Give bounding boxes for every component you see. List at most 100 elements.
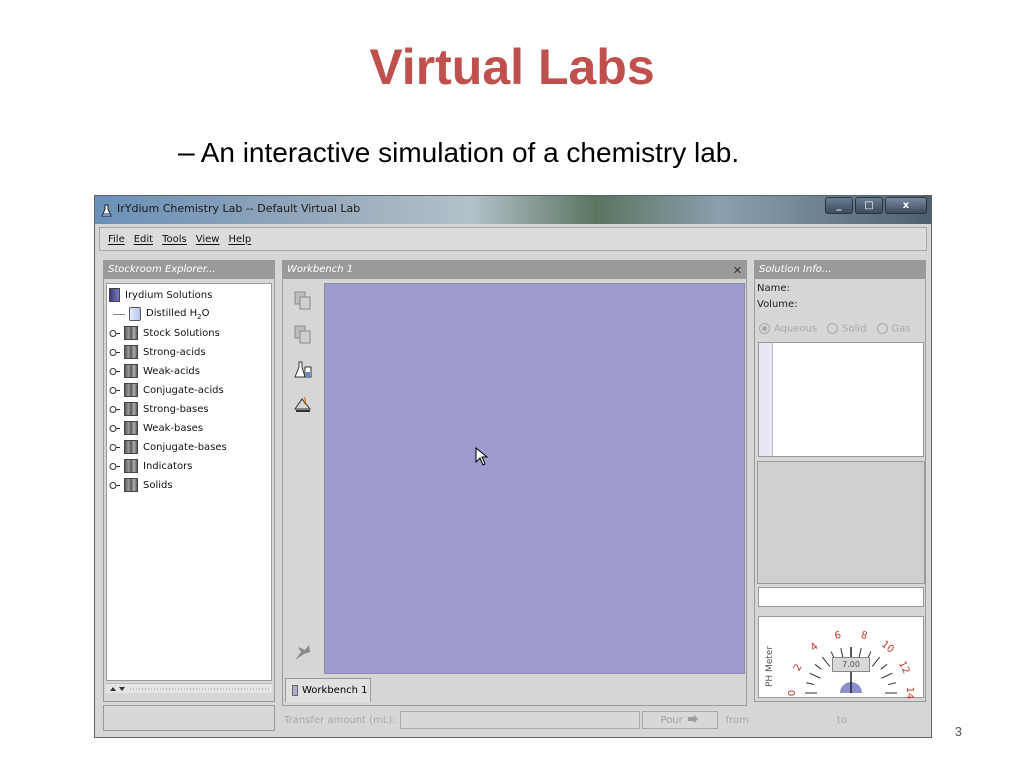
shelf-icon — [124, 440, 138, 454]
tree-item[interactable]: Weak-acids — [109, 362, 200, 380]
title-bar[interactable]: IrYdium Chemistry Lab -- Default Virtual… — [95, 196, 931, 224]
stockroom-header: Stockroom Explorer... — [104, 261, 274, 279]
tree-item[interactable]: Indicators — [109, 457, 192, 475]
solution-volume-label: Volume: — [757, 299, 798, 310]
tree-item[interactable]: Strong-bases — [109, 400, 209, 418]
solution-name-label: Name: — [757, 283, 790, 294]
radio-solid[interactable]: Solid — [827, 323, 867, 335]
tab-label: Workbench 1 — [302, 685, 368, 696]
menu-tools[interactable]: Tools — [162, 234, 187, 245]
gauge-tick — [809, 672, 821, 679]
radio-button — [759, 323, 770, 334]
radio-button — [876, 323, 888, 334]
tree-scrollbar[interactable] — [106, 683, 272, 693]
pin-icon[interactable] — [292, 641, 314, 663]
transfer-amount-input[interactable] — [399, 711, 640, 729]
tree-root-label: Irydium Solutions — [125, 289, 213, 301]
shelf-icon — [124, 459, 138, 473]
slide-title: Virtual Labs — [369, 39, 655, 95]
gauge-tick — [871, 656, 881, 667]
close-button[interactable]: x — [885, 197, 927, 214]
shelf-icon — [124, 421, 138, 435]
expand-handle-icon[interactable] — [109, 404, 120, 415]
tree-item-label: Weak-acids — [143, 365, 200, 377]
stockroom-footer — [103, 705, 275, 731]
gauge-tick — [814, 663, 822, 670]
menu-edit[interactable]: Edit — [134, 234, 153, 245]
tree-item[interactable]: Strong-acids — [109, 343, 206, 361]
maximize-button[interactable]: □ — [855, 197, 883, 214]
stockroom-panel: Stockroom Explorer... Irydium Solutions … — [103, 260, 275, 702]
solution-info-panel: Solution Info... Name: Volume: Aqueous S… — [754, 260, 926, 702]
copy-icon[interactable] — [292, 289, 314, 311]
expand-handle-icon[interactable] — [109, 442, 120, 453]
solution-status-field[interactable] — [758, 587, 924, 607]
transfer-amount-label: Transfer amount (mL): — [284, 714, 396, 726]
gauge-scale-label: 4 — [809, 641, 821, 654]
glassware-icon[interactable] — [292, 359, 314, 381]
gauge-scale-label: 2 — [792, 662, 805, 673]
radio-aqueous[interactable]: Aqueous — [759, 323, 817, 335]
pour-button[interactable]: Pour — [641, 711, 718, 729]
expand-handle-icon[interactable] — [109, 366, 120, 377]
tree-item-label: Conjugate-acids — [143, 384, 224, 396]
expand-handle-icon[interactable] — [109, 480, 120, 491]
slide-bullet: – An interactive simulation of a chemist… — [178, 136, 739, 170]
tab-workbench-1[interactable]: Workbench 1 — [285, 678, 371, 702]
gauge-scale-label: 12 — [896, 659, 911, 675]
workbench-tabs: Workbench 1 — [285, 676, 743, 704]
solution-detail-box — [757, 461, 925, 584]
tree-item[interactable]: Stock Solutions — [109, 324, 220, 342]
shelf-icon — [124, 402, 138, 416]
tree-item-label: Indicators — [143, 460, 193, 472]
window-title: IrYdium Chemistry Lab -- Default Virtual… — [117, 202, 361, 215]
workbench-header: Workbench 1 ✕ — [283, 261, 746, 279]
tree-item-label: Conjugate-bases — [143, 441, 227, 453]
tree-item-distilled[interactable]: Distilled H2O — [113, 305, 210, 323]
tree-item[interactable]: Conjugate-acids — [109, 381, 224, 399]
bottle-icon — [109, 288, 120, 302]
tree-root[interactable]: Irydium Solutions — [109, 286, 212, 304]
radio-gas[interactable]: Gas — [876, 323, 911, 335]
gauge-scale-label: 8 — [860, 630, 869, 642]
tree-item[interactable]: Solids — [109, 476, 173, 494]
expand-handle-icon[interactable] — [109, 347, 120, 358]
burner-icon[interactable] — [292, 393, 314, 415]
gauge-tick — [887, 682, 896, 686]
menu-help[interactable]: Help — [228, 234, 251, 245]
cursor-icon — [475, 447, 489, 466]
menu-file[interactable]: File — [108, 234, 125, 245]
ph-meter: PH Meter 0 2 4 6 8 10 12 14 7.00 — [758, 616, 924, 699]
beaker-icon — [129, 307, 141, 321]
expand-handle-icon[interactable] — [109, 461, 120, 472]
phase-radio-group: Aqueous Solid Gas — [759, 323, 911, 335]
expand-handle-icon[interactable] — [109, 328, 120, 339]
minimize-button[interactable]: _ — [825, 197, 853, 214]
shelf-icon — [124, 364, 138, 378]
gauge-tick — [806, 682, 815, 686]
menu-view[interactable]: View — [196, 234, 220, 245]
scroll-arrows-icon — [110, 687, 270, 691]
paste-icon[interactable] — [292, 323, 314, 345]
flask-icon — [101, 204, 112, 217]
shelf-icon — [124, 478, 138, 492]
tree-item[interactable]: Conjugate-bases — [109, 438, 227, 456]
expand-handle-icon[interactable] — [109, 423, 120, 434]
shelf-icon — [124, 326, 138, 340]
shelf-icon — [124, 345, 138, 359]
gauge-scale-label: 6 — [834, 630, 843, 642]
pour-label: Pour — [660, 714, 683, 726]
expand-handle-icon[interactable] — [109, 385, 120, 396]
gauge-scale-label: 0 — [787, 690, 798, 696]
tree-line — [113, 313, 125, 315]
ph-readout: 7.00 — [832, 657, 870, 672]
shelf-icon — [124, 383, 138, 397]
tree-item-label: Stock Solutions — [143, 327, 220, 339]
workbench-canvas[interactable] — [324, 283, 745, 674]
contents-gutter — [759, 343, 773, 456]
page-number: 3 — [954, 724, 962, 739]
workbench-title: Workbench 1 — [287, 264, 354, 275]
to-label: to — [836, 714, 847, 726]
close-workbench-icon[interactable]: ✕ — [733, 262, 742, 280]
tree-item[interactable]: Weak-bases — [109, 419, 203, 437]
